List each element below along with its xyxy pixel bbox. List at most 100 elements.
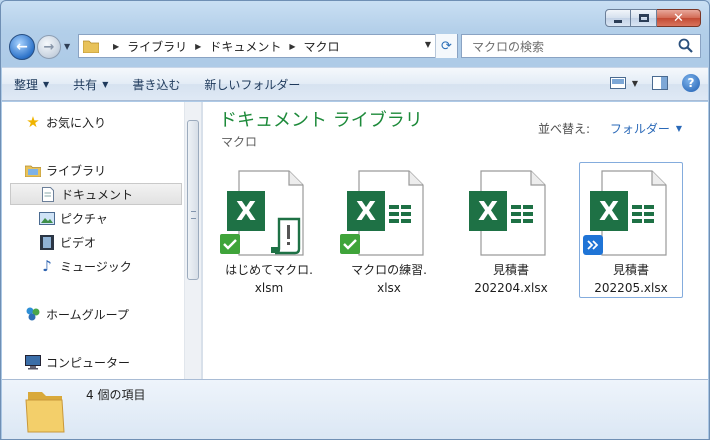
organize-menu[interactable]: 整理 ▼ <box>2 68 61 100</box>
search-input[interactable]: マクロの検索 <box>461 34 701 58</box>
sidebar-item-computer[interactable]: コンピューター <box>24 351 184 373</box>
breadcrumb-item-documents[interactable]: ドキュメント <box>209 38 281 55</box>
file-list-pane: ドキュメント ライブラリ マクロ 並べ替え: フォルダー ▼ X はじめてマクロ… <box>203 102 708 379</box>
navigation-scrollbar[interactable] <box>184 102 201 379</box>
svg-text:X: X <box>478 197 498 227</box>
minimize-icon <box>614 19 622 23</box>
navigation-row: ← → ▼ ▶ ライブラリ ▶ ドキュメント ▶ マクロ ▼ ⟳ マクロの検索 <box>9 34 701 60</box>
new-folder-button[interactable]: 新しいフォルダー <box>192 68 312 100</box>
star-icon: ★ <box>26 113 40 131</box>
sidebar-item-label: ライブラリ <box>46 163 107 178</box>
chevron-down-icon: ▼ <box>102 79 109 89</box>
search-icon <box>678 38 693 53</box>
file-item[interactable]: X マクロの練習. xlsx <box>337 163 441 299</box>
arrange-by-value: フォルダー <box>609 122 670 136</box>
breadcrumb: ▶ ライブラリ ▶ ドキュメント ▶ マクロ <box>105 38 340 55</box>
address-dropdown-icon[interactable]: ▼ <box>425 40 431 49</box>
sync-check-icon <box>220 234 240 254</box>
file-item[interactable]: X 見積書 202205.xlsx <box>579 162 683 298</box>
file-name-line2: 202205.xlsx <box>594 281 668 295</box>
sidebar-item-music[interactable]: ♪ ミュージック <box>38 255 184 277</box>
file-name: はじめてマクロ. xlsm <box>217 261 321 297</box>
share-label: 共有 <box>73 77 98 92</box>
sidebar-item-favorites[interactable]: ★ お気に入り <box>24 111 184 133</box>
page-title: ドキュメント ライブラリ <box>219 110 423 131</box>
document-icon <box>39 186 57 202</box>
sidebar-item-homegroup[interactable]: ホームグループ <box>24 303 184 325</box>
breadcrumb-item-libraries[interactable]: ライブラリ <box>127 38 187 55</box>
file-name-line2: xlsx <box>377 281 401 295</box>
close-icon: ✕ <box>673 10 684 26</box>
minimize-button[interactable] <box>605 9 631 27</box>
forward-button[interactable]: → <box>37 35 61 59</box>
sidebar-item-label: ミュージック <box>60 259 132 274</box>
picture-icon <box>38 210 56 226</box>
sidebar-item-pictures[interactable]: ピクチャ <box>38 207 184 229</box>
command-bar: 整理 ▼ 共有 ▼ 書き込む 新しいフォルダー ▼ ? <box>2 67 708 101</box>
preview-pane-button[interactable] <box>652 76 668 90</box>
breadcrumb-separator-icon[interactable]: ▶ <box>289 42 295 51</box>
explorer-window: ✕ ← → ▼ ▶ ライブラリ ▶ ドキュメント ▶ マクロ ▼ ⟳ マクロの検… <box>0 0 710 440</box>
navigation-pane: ★ お気に入り ライブラリ ドキュメント ピクチャ ビデオ ♪ ミュージック ホ… <box>2 102 184 379</box>
maximize-button[interactable] <box>631 9 657 27</box>
sync-check-icon <box>340 234 360 254</box>
sidebar-item-label: ホームグループ <box>46 307 129 322</box>
file-name-line2: 202204.xlsx <box>474 281 548 295</box>
help-icon: ? <box>687 76 695 90</box>
burn-label: 書き込む <box>132 77 181 92</box>
burn-button[interactable]: 書き込む <box>120 68 192 100</box>
breadcrumb-separator-icon[interactable]: ▶ <box>195 42 201 51</box>
back-button[interactable]: ← <box>9 34 35 60</box>
sidebar-item-label: ビデオ <box>60 235 97 250</box>
folder-icon <box>25 392 65 433</box>
file-name: 見積書 202205.xlsx <box>580 261 682 297</box>
library-icon <box>24 162 42 178</box>
caption-buttons: ✕ <box>605 9 701 27</box>
history-dropdown-button[interactable]: ▼ <box>64 42 70 51</box>
chevron-down-icon: ▼ <box>675 124 682 133</box>
new-folder-label: 新しいフォルダー <box>204 77 301 92</box>
scrollbar-thumb[interactable] <box>187 120 199 280</box>
sidebar-item-videos[interactable]: ビデオ <box>38 231 184 253</box>
homegroup-icon <box>24 306 42 322</box>
sidebar-item-label: ピクチャ <box>60 211 108 226</box>
file-name-line1: マクロの練習. <box>351 263 427 277</box>
file-name: マクロの練習. xlsx <box>337 261 441 297</box>
sidebar-item-label: お気に入り <box>46 115 107 130</box>
file-name-line1: 見積書 <box>492 263 529 277</box>
item-count: 4 個の項目 <box>86 388 146 402</box>
page-subtitle: マクロ <box>221 135 258 149</box>
file-name-line1: 見積書 <box>612 263 649 277</box>
chevron-down-icon: ▼ <box>43 79 50 89</box>
change-view-button[interactable]: ▼ <box>609 77 638 89</box>
address-bar[interactable]: ▶ ライブラリ ▶ ドキュメント ▶ マクロ ▼ ⟳ <box>78 34 458 58</box>
shortcut-arrow-icon <box>583 235 603 255</box>
sidebar-item-label: ドキュメント <box>61 187 134 202</box>
share-menu[interactable]: 共有 ▼ <box>61 68 120 100</box>
sidebar-item-libraries[interactable]: ライブラリ <box>24 159 184 181</box>
svg-text:X: X <box>356 197 376 227</box>
refresh-button[interactable]: ⟳ <box>435 34 457 58</box>
chevron-down-icon: ▼ <box>631 78 638 88</box>
file-item[interactable]: X 見積書 202204.xlsx <box>459 163 563 299</box>
music-note-icon: ♪ <box>42 257 52 275</box>
refresh-icon: ⟳ <box>441 38 452 54</box>
close-button[interactable]: ✕ <box>657 9 701 27</box>
search-placeholder: マクロの検索 <box>472 39 545 54</box>
details-pane: 4 個の項目 <box>2 379 708 439</box>
help-button[interactable]: ? <box>682 74 700 92</box>
svg-text:X: X <box>236 197 256 227</box>
arrange-by-label: 並べ替え: <box>537 122 590 136</box>
file-item[interactable]: X はじめてマクロ. xlsm <box>217 163 321 299</box>
arrange-by-dropdown[interactable]: フォルダー ▼ <box>610 120 682 137</box>
sidebar-item-documents[interactable]: ドキュメント <box>10 183 182 205</box>
excel-file-icon: X <box>469 170 546 256</box>
breadcrumb-separator-icon[interactable]: ▶ <box>113 42 119 51</box>
breadcrumb-item-macro[interactable]: マクロ <box>304 38 340 55</box>
view-controls: ▼ ? <box>609 74 700 92</box>
view-icon <box>609 77 626 89</box>
organize-label: 整理 <box>14 77 39 92</box>
forward-arrow-icon: → <box>43 39 55 55</box>
file-name-line2: xlsm <box>254 281 284 295</box>
maximize-icon <box>638 14 649 22</box>
